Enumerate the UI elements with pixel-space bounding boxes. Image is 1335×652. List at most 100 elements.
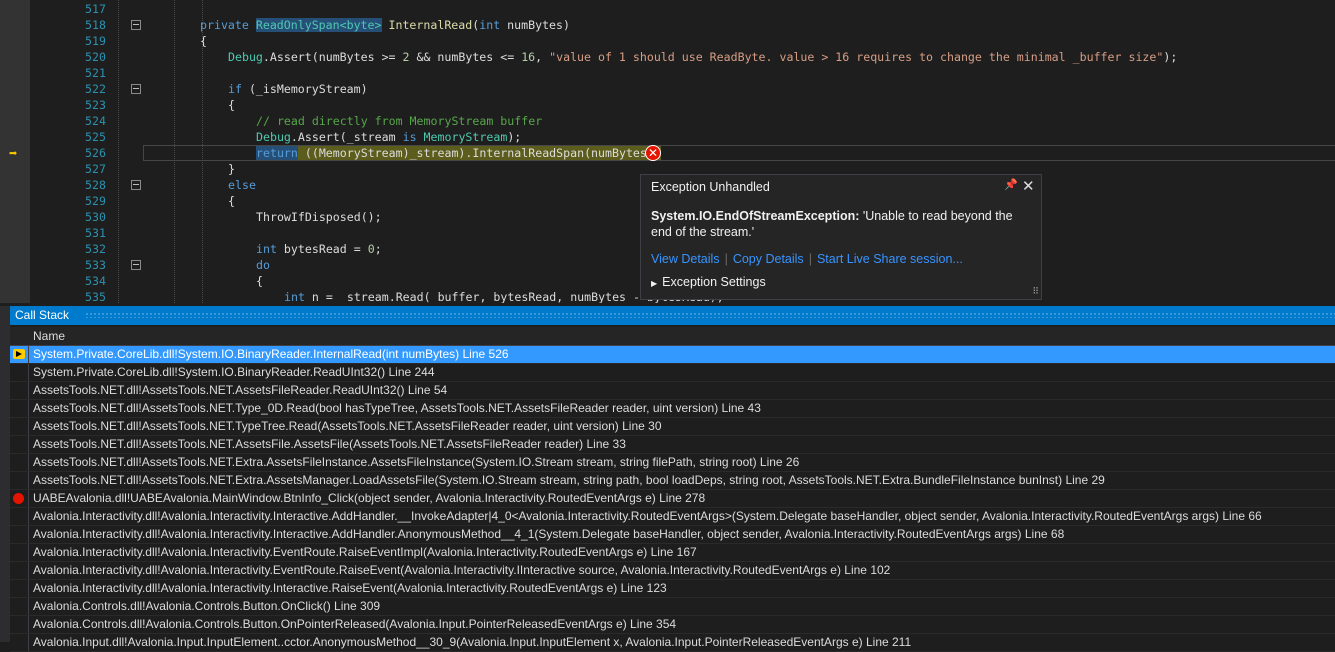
call-stack-row[interactable]: System.Private.CoreLib.dll!System.IO.Bin… — [10, 364, 1335, 382]
code-token: (_isMemoryStream) — [241, 82, 368, 96]
code-token: MemoryStream — [423, 130, 508, 144]
line-number: 519 — [85, 34, 106, 48]
call-stack-row[interactable]: Avalonia.Interactivity.dll!Avalonia.Inte… — [10, 562, 1335, 580]
line-number: 518 — [85, 18, 106, 32]
instruction-pointer-arrow-icon[interactable]: ➡ — [9, 146, 17, 162]
code-token: ); — [1163, 50, 1178, 64]
current-frame-arrow-icon — [13, 349, 25, 359]
code-line: 524 // read directly from MemoryStream bu… — [30, 113, 1335, 129]
code-token: bytesRead = — [276, 242, 368, 256]
breakpoint-icon[interactable] — [13, 493, 24, 504]
row-gutter — [10, 364, 29, 381]
call-stack-row[interactable]: AssetsTools.NET.dll!AssetsTools.NET.Asse… — [10, 382, 1335, 400]
code-editor[interactable]: 517 518 private ReadOnlySpan<byte> Intern… — [0, 0, 1335, 303]
collapse-toggle-icon[interactable] — [131, 20, 141, 30]
collapse-toggle-icon[interactable] — [131, 84, 141, 94]
row-gutter — [10, 598, 29, 615]
line-number: 517 — [85, 2, 106, 16]
drag-handle[interactable] — [85, 312, 1335, 318]
call-stack-row[interactable]: AssetsTools.NET.dll!AssetsTools.NET.Type… — [10, 400, 1335, 418]
collapse-toggle-icon[interactable] — [131, 180, 141, 190]
code-token: } — [228, 162, 235, 176]
code-token: do — [256, 258, 270, 272]
code-token: ReadOnlySpan<byte> — [255, 18, 382, 32]
frame-name: System.Private.CoreLib.dll!System.IO.Bin… — [33, 347, 509, 361]
call-stack-list: System.Private.CoreLib.dll!System.IO.Bin… — [10, 346, 1335, 652]
line-number: 531 — [85, 226, 106, 240]
exception-message: System.IO.EndOfStreamException: 'Unable … — [651, 208, 1031, 240]
exception-helper-popup: Exception Unhandled 📌 ✕ System.IO.EndOfS… — [640, 174, 1042, 300]
call-stack-row[interactable]: Avalonia.Interactivity.dll!Avalonia.Inte… — [10, 580, 1335, 598]
row-gutter — [10, 634, 29, 651]
frame-name: Avalonia.Interactivity.dll!Avalonia.Inte… — [33, 563, 891, 577]
line-number: 530 — [85, 210, 106, 224]
row-gutter — [10, 454, 29, 471]
code-token: 0 — [367, 242, 375, 256]
frame-name: AssetsTools.NET.dll!AssetsTools.NET.Asse… — [33, 437, 626, 451]
expand-triangle-icon: ▶ — [651, 279, 658, 288]
code-token: private — [200, 18, 249, 32]
call-stack-margin — [0, 306, 10, 642]
code-token: if — [228, 82, 242, 96]
row-gutter — [10, 562, 29, 579]
call-stack-row[interactable]: AssetsTools.NET.dll!AssetsTools.NET.Extr… — [10, 472, 1335, 490]
call-stack-row[interactable]: AssetsTools.NET.dll!AssetsTools.NET.Extr… — [10, 454, 1335, 472]
code-line: 520 Debug.Assert(numBytes >= 2 && numByte… — [30, 49, 1335, 65]
line-number: 533 — [85, 258, 106, 272]
call-stack-row[interactable]: Avalonia.Interactivity.dll!Avalonia.Inte… — [10, 526, 1335, 544]
call-stack-row[interactable]: Avalonia.Input.dll!Avalonia.Input.InputE… — [10, 634, 1335, 652]
call-stack-row[interactable]: Avalonia.Controls.dll!Avalonia.Controls.… — [10, 616, 1335, 634]
line-number: 525 — [85, 130, 106, 144]
call-stack-row[interactable]: UABEAvalonia.dll!UABEAvalonia.MainWindow… — [10, 490, 1335, 508]
line-number: 529 — [85, 194, 106, 208]
row-gutter — [10, 508, 29, 525]
line-number: 528 — [85, 178, 106, 192]
row-gutter — [10, 526, 29, 543]
code-token: numBytes) — [500, 18, 570, 32]
code-token: { — [228, 98, 235, 112]
call-stack-row[interactable]: AssetsTools.NET.dll!AssetsTools.NET.Type… — [10, 418, 1335, 436]
code-token: InternalRead — [388, 18, 473, 32]
code-line: 525 Debug.Assert(_stream is MemoryStream)… — [30, 129, 1335, 145]
code-token: 16 — [521, 50, 536, 64]
exception-actions: View Details | Copy Details | Start Live Sha… — [651, 252, 963, 266]
column-header-name[interactable]: Name — [10, 327, 1335, 346]
line-number: 524 — [85, 114, 106, 128]
call-stack-row[interactable]: Avalonia.Controls.dll!Avalonia.Controls.… — [10, 598, 1335, 616]
code-token: "value of 1 should use ReadByte. value >… — [549, 50, 1164, 64]
popup-title: Exception Unhandled — [651, 180, 770, 194]
view-details-link[interactable]: View Details — [651, 252, 720, 266]
call-stack-row[interactable]: Avalonia.Interactivity.dll!Avalonia.Inte… — [10, 544, 1335, 562]
call-stack-title-bar[interactable]: Call Stack — [10, 306, 1335, 325]
frame-name: Avalonia.Interactivity.dll!Avalonia.Inte… — [33, 527, 1065, 541]
resize-grip-icon[interactable]: ⠿ — [1032, 286, 1039, 297]
exception-type: System.IO.EndOfStreamException: — [651, 209, 860, 223]
code-token: { — [200, 34, 207, 48]
exception-settings-expander[interactable]: ▶ Exception Settings — [651, 275, 766, 289]
call-stack-row[interactable]: Avalonia.Interactivity.dll!Avalonia.Inte… — [10, 508, 1335, 526]
row-gutter — [10, 616, 29, 633]
code-token: ); — [507, 130, 522, 144]
call-stack-row[interactable]: AssetsTools.NET.dll!AssetsTools.NET.Asse… — [10, 436, 1335, 454]
collapse-toggle-icon[interactable] — [131, 260, 141, 270]
code-line: 519 { — [30, 33, 1335, 49]
row-gutter — [10, 544, 29, 561]
code-token: ; — [374, 242, 382, 256]
frame-name: AssetsTools.NET.dll!AssetsTools.NET.Extr… — [33, 455, 800, 469]
call-stack-title: Call Stack — [15, 308, 70, 322]
pin-icon[interactable]: 📌 — [1004, 178, 1018, 191]
code-token: is — [402, 130, 417, 144]
code-token: int — [479, 18, 501, 32]
frame-name: AssetsTools.NET.dll!AssetsTools.NET.Extr… — [33, 473, 1105, 487]
frame-name: Avalonia.Interactivity.dll!Avalonia.Inte… — [33, 545, 697, 559]
line-number: 535 — [85, 290, 106, 303]
close-icon[interactable]: ✕ — [1022, 177, 1035, 195]
live-share-link[interactable]: Start Live Share session... — [817, 252, 963, 266]
frame-name: AssetsTools.NET.dll!AssetsTools.NET.Type… — [33, 419, 662, 433]
error-icon[interactable]: ✕ — [645, 145, 661, 161]
copy-details-link[interactable]: Copy Details — [733, 252, 804, 266]
line-number: 522 — [85, 82, 106, 96]
frame-name: Avalonia.Input.dll!Avalonia.Input.InputE… — [33, 635, 912, 649]
line-number: 521 — [85, 66, 106, 80]
call-stack-row[interactable]: System.Private.CoreLib.dll!System.IO.Bin… — [10, 346, 1335, 364]
